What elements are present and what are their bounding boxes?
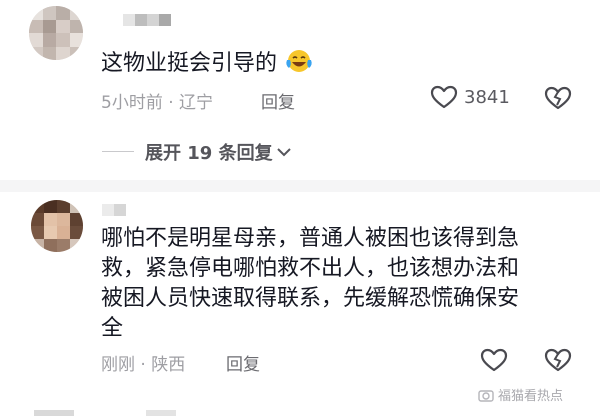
chevron-down-icon bbox=[276, 148, 291, 157]
reply-button[interactable]: 回复 bbox=[261, 88, 295, 113]
comment-text-line: 被困人员快速取得联系，先缓解恐慌确保安 bbox=[101, 286, 520, 311]
comment-text: 哪怕不是明星母亲，普通人被困也该得到急 救，紧急停电哪怕救不出人，也该想办法和 … bbox=[101, 224, 571, 344]
like-count: 3841 bbox=[464, 86, 510, 108]
watermark: 福猫看热点 bbox=[478, 385, 563, 404]
watermark-text: 福猫看热点 bbox=[498, 389, 564, 404]
avatar[interactable] bbox=[31, 200, 83, 252]
camera-icon bbox=[478, 389, 494, 402]
next-comment-placeholder bbox=[34, 410, 74, 416]
avatar[interactable] bbox=[29, 6, 83, 60]
username-blurred[interactable] bbox=[102, 204, 126, 218]
comment-text-line: 救，紧急停电哪怕救不出人，也该想办法和 bbox=[101, 256, 520, 281]
expand-replies-button[interactable]: 展开 19 条回复 bbox=[145, 139, 291, 165]
comment-text-line: 哪怕不是明星母亲，普通人被困也该得到急 bbox=[101, 226, 520, 251]
comment-separator bbox=[0, 180, 600, 192]
comment-timestamp-location: 刚刚 · 陕西 bbox=[101, 355, 186, 375]
next-comment-placeholder bbox=[146, 410, 176, 416]
expand-divider-line bbox=[102, 151, 134, 152]
expand-replies-label: 展开 19 条回复 bbox=[145, 143, 273, 164]
dislike-broken-heart-icon[interactable] bbox=[544, 347, 572, 373]
heart-icon[interactable] bbox=[480, 347, 508, 373]
like-button[interactable]: 3841 bbox=[430, 84, 510, 110]
comment-text-line: 全 bbox=[101, 316, 124, 341]
comment-timestamp-location: 5小时前 · 辽宁 bbox=[101, 93, 214, 113]
dislike-broken-heart-icon[interactable] bbox=[544, 85, 572, 111]
username-blurred[interactable] bbox=[123, 14, 171, 28]
laughing-tears-emoji-icon bbox=[286, 50, 312, 72]
reply-button[interactable]: 回复 bbox=[226, 350, 260, 375]
heart-icon bbox=[430, 85, 458, 109]
comment-text: 这物业挺会引导的 bbox=[101, 47, 314, 79]
